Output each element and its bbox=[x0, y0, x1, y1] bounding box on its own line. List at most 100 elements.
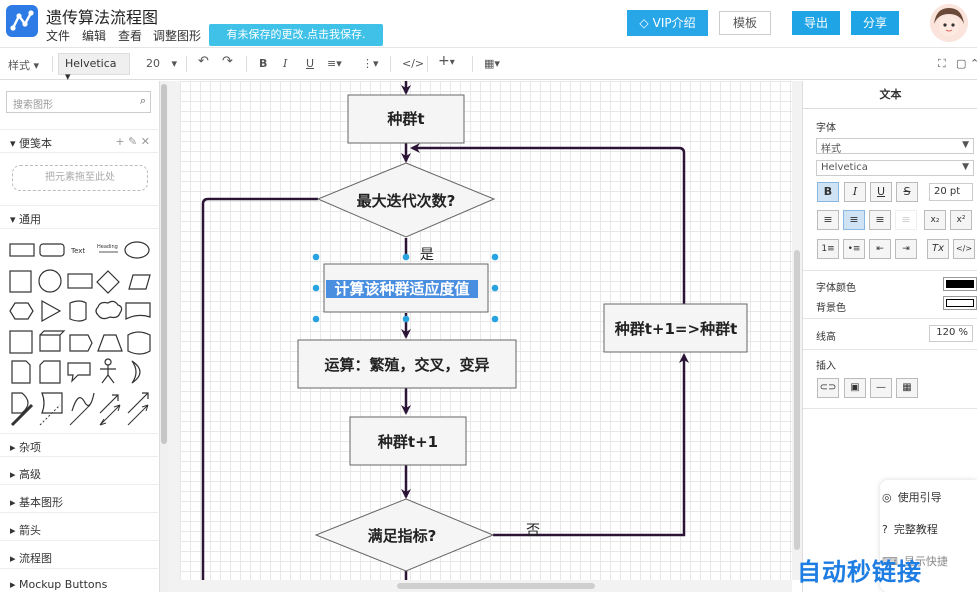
line-height-input[interactable]: 120 % bbox=[929, 325, 973, 342]
align-right-icon[interactable]: ≡ bbox=[869, 210, 891, 230]
line-icon bbox=[69, 404, 91, 426]
italic-toggle-icon[interactable]: I bbox=[844, 182, 866, 202]
help-tutorial-link[interactable]: ? 完整教程 bbox=[882, 521, 938, 537]
scratchpad-header[interactable]: ▾ 便笺本 + ✎ ✕ bbox=[0, 129, 158, 153]
node-meets-label: 满足指标? bbox=[368, 527, 437, 545]
bold-icon[interactable]: B bbox=[259, 57, 267, 70]
rounded-rectangle-shape-icon bbox=[39, 243, 65, 257]
code-icon[interactable]: </> bbox=[402, 57, 424, 70]
export-button[interactable]: 导出 bbox=[792, 11, 840, 35]
style-dropdown-label: 样式 bbox=[8, 59, 30, 72]
sidebar-resize-handle[interactable] bbox=[168, 81, 180, 592]
insert-plus-icon[interactable]: +▾ bbox=[438, 53, 455, 69]
bullet-list-icon[interactable]: •≡ bbox=[843, 239, 865, 259]
style-select[interactable]: 样式 ▼ bbox=[816, 138, 974, 155]
vip-button[interactable]: ◇ VIP介绍 bbox=[627, 10, 708, 36]
insert-hr-icon[interactable]: — bbox=[870, 378, 892, 398]
superscript-icon[interactable]: x² bbox=[950, 210, 972, 230]
section-advanced[interactable]: ▸ 高级 bbox=[0, 461, 158, 485]
step-shape-icon bbox=[69, 334, 93, 352]
thick-line-icon bbox=[10, 403, 34, 427]
section-arrows[interactable]: ▸ 箭头 bbox=[0, 517, 158, 541]
font-family-select[interactable]: Helvetica ▾ bbox=[58, 53, 130, 83]
strikethrough-toggle-icon[interactable]: S bbox=[896, 182, 918, 202]
insert-image-icon[interactable]: ▣ bbox=[844, 378, 866, 398]
app-header: 遗传算法流程图 文件 编辑 查看 调整图形 有未保存的更改.点击我保存. ◇ VI… bbox=[0, 0, 977, 48]
menu-arrange[interactable]: 调整图形 bbox=[153, 27, 201, 44]
chevron-down-icon: ▾ bbox=[171, 57, 178, 70]
connector-no-loop bbox=[493, 353, 689, 537]
fit-screen-icon[interactable]: ⛶ bbox=[938, 57, 946, 71]
section-misc-label: 杂项 bbox=[19, 441, 42, 454]
share-button[interactable]: 分享 bbox=[851, 11, 899, 35]
table-icon[interactable]: ▦▾ bbox=[484, 57, 500, 70]
arrow-line-icon bbox=[127, 404, 149, 426]
triangle-down-icon: ▾ bbox=[10, 137, 16, 150]
section-basic-shapes[interactable]: ▸ 基本图形 bbox=[0, 489, 158, 513]
font-size-input[interactable]: 20 pt bbox=[929, 183, 973, 201]
document-title[interactable]: 遗传算法流程图 bbox=[46, 4, 158, 28]
user-avatar[interactable] bbox=[930, 4, 968, 42]
justify-icon: ≡ bbox=[895, 210, 917, 230]
underline-toggle-icon[interactable]: U bbox=[870, 182, 892, 202]
italic-icon[interactable]: I bbox=[283, 57, 287, 70]
scratchpad-tools-icon[interactable]: + ✎ ✕ bbox=[115, 135, 150, 148]
dashed-line-icon bbox=[39, 404, 61, 426]
format-toolbar: 样式 ▾ Helvetica ▾ 20 ▾ ↶ ↷ B I U ≡▾ ⋮▾ </… bbox=[0, 48, 977, 83]
collapse-icon[interactable]: ⌃ bbox=[970, 57, 977, 70]
question-icon: ? bbox=[882, 523, 888, 536]
subscript-icon[interactable]: x₂ bbox=[924, 210, 946, 230]
font-family-field[interactable]: Helvetica ▼ bbox=[816, 160, 974, 176]
diagram-canvas[interactable]: 种群t 最大迭代次数? 计算该种群适应度值 运算：繁殖，交叉，变异 种群t+1 … bbox=[180, 81, 792, 580]
undo-icon[interactable]: ↶ bbox=[198, 54, 209, 69]
search-icon[interactable]: ⌕ bbox=[140, 94, 146, 108]
clear-format-icon[interactable]: Tx bbox=[927, 239, 949, 259]
help-guide-link[interactable]: ◎ 使用引导 bbox=[882, 489, 942, 505]
html-code-icon[interactable]: </> bbox=[953, 239, 975, 259]
section-flowchart[interactable]: ▸ 流程图 bbox=[0, 545, 158, 569]
align-center-icon[interactable]: ≡ bbox=[843, 210, 865, 230]
menu-view[interactable]: 查看 bbox=[118, 27, 142, 44]
section-misc[interactable]: ▸ 杂项 bbox=[0, 433, 158, 457]
bg-color-swatch[interactable] bbox=[943, 296, 977, 310]
node-population-t-label: 种群t bbox=[386, 110, 424, 128]
node-ops-label: 运算：繁殖，交叉，变异 bbox=[324, 356, 489, 374]
insert-label: 插入 bbox=[816, 361, 836, 372]
toolbar-divider bbox=[52, 56, 53, 72]
font-size-select[interactable]: 20 ▾ bbox=[146, 57, 177, 70]
template-button[interactable]: 模板 bbox=[719, 11, 771, 35]
insert-link-icon[interactable]: ⊂⊃ bbox=[817, 378, 839, 398]
app-logo-icon[interactable] bbox=[6, 5, 38, 37]
scratchpad-dropzone[interactable]: 把元素拖至此处 bbox=[12, 165, 148, 191]
underline-icon[interactable]: U bbox=[306, 57, 314, 70]
section-mockup-buttons[interactable]: ▸ Mockup Buttons bbox=[0, 573, 158, 592]
more-vertical-icon[interactable]: ⋮▾ bbox=[362, 57, 379, 70]
double-arrow-line-icon bbox=[99, 404, 121, 426]
line-height-label: 线高 bbox=[816, 332, 836, 343]
general-section-header[interactable]: ▾ 通用 bbox=[0, 205, 158, 229]
numbered-list-icon[interactable]: 1≡ bbox=[817, 239, 839, 259]
menu-edit[interactable]: 编辑 bbox=[82, 27, 106, 44]
align-icon[interactable]: ≡▾ bbox=[327, 57, 342, 70]
insert-table-icon[interactable]: ▦ bbox=[896, 378, 918, 398]
canvas-vertical-scroll-thumb[interactable] bbox=[794, 250, 800, 550]
canvas-horizontal-scroll-thumb[interactable] bbox=[397, 583, 595, 589]
general-shapes-palette[interactable]: Text Heading bbox=[0, 231, 158, 431]
style-dropdown[interactable]: 样式 ▾ bbox=[8, 57, 39, 73]
section-flowchart-label: 流程图 bbox=[19, 552, 53, 565]
align-left-icon[interactable]: ≡ bbox=[817, 210, 839, 230]
shape-search-input[interactable]: 搜索图形 ⌕ bbox=[6, 91, 151, 113]
indent-icon[interactable]: ⇥ bbox=[895, 239, 917, 259]
fullscreen-icon[interactable]: ▢ bbox=[956, 57, 966, 70]
line-shapes-palette[interactable] bbox=[0, 403, 158, 431]
tab-text[interactable]: 文本 bbox=[803, 81, 977, 109]
menu-file[interactable]: 文件 bbox=[46, 27, 70, 44]
outdent-icon[interactable]: ⇤ bbox=[869, 239, 891, 259]
sidebar-scroll-thumb[interactable] bbox=[161, 84, 167, 444]
redo-icon[interactable]: ↷ bbox=[222, 54, 233, 69]
bold-toggle-icon[interactable]: B bbox=[817, 182, 839, 202]
diamond-shape-icon bbox=[96, 270, 120, 294]
font-color-swatch[interactable] bbox=[943, 277, 977, 291]
unsaved-changes-notice[interactable]: 有未保存的更改.点击我保存. bbox=[209, 24, 383, 46]
style-select-value: 样式 bbox=[821, 144, 841, 155]
